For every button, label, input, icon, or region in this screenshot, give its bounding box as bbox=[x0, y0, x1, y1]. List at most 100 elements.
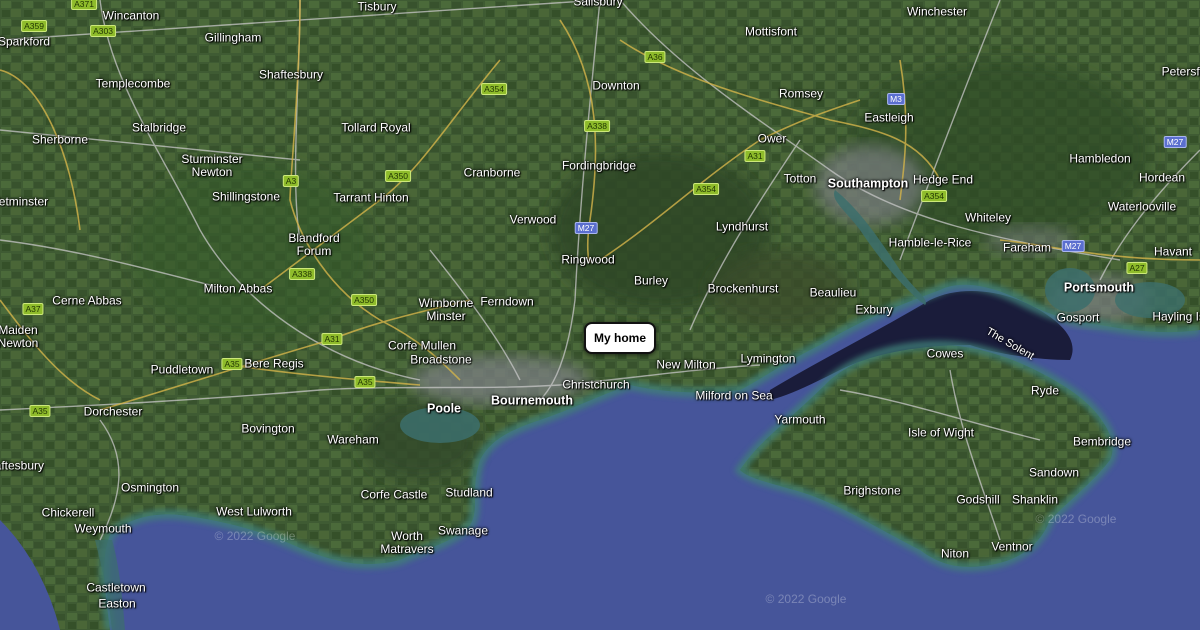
place-label: Lyndhurst bbox=[715, 219, 769, 234]
place-label: Easton bbox=[98, 596, 136, 611]
place-label: Ventnor bbox=[991, 539, 1033, 554]
road-shield: A35 bbox=[354, 376, 376, 388]
place-label: Waterlooville bbox=[1107, 199, 1177, 214]
copyright-watermark: © 2022 Google bbox=[1035, 512, 1117, 526]
place-label: Templecombe bbox=[95, 76, 171, 91]
place-label: Whiteley bbox=[964, 210, 1012, 225]
place-label: Ringwood bbox=[561, 252, 615, 267]
place-label: Beaulieu bbox=[809, 285, 857, 300]
place-label: Milford on Sea bbox=[695, 388, 773, 403]
place-label: Sandown bbox=[1028, 465, 1080, 480]
place-label: Niton bbox=[940, 546, 970, 561]
place-label: Wimborne Minster bbox=[418, 296, 474, 323]
road-shield: A35 bbox=[29, 405, 51, 417]
place-label: New Milton bbox=[656, 357, 716, 372]
road-shield: A3 bbox=[282, 175, 300, 187]
place-label: Osmington bbox=[120, 480, 180, 495]
place-label: Downton bbox=[592, 78, 640, 93]
road-shield: M27 bbox=[574, 222, 598, 234]
road-shield: A354 bbox=[481, 83, 507, 95]
copyright-watermark: © 2022 Google bbox=[214, 529, 296, 543]
place-label: Hedge End bbox=[912, 172, 974, 187]
place-label: Petersfield bbox=[1161, 64, 1200, 79]
place-label: Shanklin bbox=[1011, 492, 1059, 507]
place-label: Worth Matravers bbox=[380, 529, 434, 556]
place-label: Ryde bbox=[1030, 383, 1060, 398]
place-label: Stalbridge bbox=[131, 120, 187, 135]
place-label: Totton bbox=[783, 171, 817, 186]
place-label: Dorchester bbox=[83, 404, 143, 419]
place-label: Sturminster Newton bbox=[181, 152, 243, 179]
road-shield: M27 bbox=[1061, 240, 1085, 252]
place-label: West Lulworth bbox=[216, 504, 292, 519]
place-label: Christchurch bbox=[562, 377, 630, 392]
road-shield: A338 bbox=[289, 268, 315, 280]
place-label: Hamble-le-Rice bbox=[888, 235, 972, 250]
road-shield: A354 bbox=[693, 183, 719, 195]
place-label: Studland bbox=[445, 485, 493, 500]
place-label: Broadstone bbox=[410, 352, 472, 367]
place-label: Hambledon bbox=[1069, 151, 1131, 166]
road-shield: A350 bbox=[385, 170, 411, 182]
place-label: Shaftesbury bbox=[0, 458, 45, 473]
place-label: Shaftesbury bbox=[258, 67, 324, 82]
road-shield: A354 bbox=[921, 190, 947, 202]
place-label: Bere Regis bbox=[244, 356, 304, 371]
place-label: Salisbury bbox=[573, 0, 623, 9]
road-shield: M27 bbox=[1163, 136, 1187, 148]
place-label: Hordean bbox=[1138, 170, 1186, 185]
place-label: Burley bbox=[633, 273, 669, 288]
place-label: Ower bbox=[757, 131, 787, 146]
place-label: Eastleigh bbox=[864, 110, 914, 125]
place-label: Brighstone bbox=[843, 483, 901, 498]
place-label: Verwood bbox=[509, 212, 557, 227]
place-label: Exbury bbox=[855, 302, 893, 317]
road-shield: A359 bbox=[21, 20, 47, 32]
home-marker[interactable]: My home bbox=[583, 322, 657, 354]
place-label: Swanage bbox=[437, 523, 489, 538]
place-label: Milton Abbas bbox=[203, 281, 273, 296]
place-label: Wincanton bbox=[102, 8, 160, 23]
place-label: Cerne Abbas bbox=[52, 293, 122, 308]
place-label: Havant bbox=[1153, 244, 1193, 259]
place-label: Isle of Wight bbox=[907, 425, 975, 440]
place-label: Lymington bbox=[740, 351, 796, 366]
place-label: Corfe Mullen bbox=[387, 338, 457, 353]
place-label: Weymouth bbox=[74, 521, 132, 536]
place-label: Tollard Royal bbox=[341, 120, 411, 135]
place-label: Brockenhurst bbox=[707, 281, 779, 296]
road-shield: A371 bbox=[71, 0, 97, 10]
place-label: Cranborne bbox=[463, 165, 521, 180]
place-label: Corfe Castle bbox=[360, 487, 428, 502]
place-label: Portsmouth bbox=[1063, 280, 1135, 295]
place-label: Godshill bbox=[956, 492, 1000, 507]
place-label: Fareham bbox=[1002, 240, 1052, 255]
place-label: Puddletown bbox=[150, 362, 214, 377]
place-label: Bournemouth bbox=[491, 393, 573, 408]
place-label: Gosport bbox=[1056, 310, 1100, 325]
place-label: Gillingham bbox=[204, 30, 262, 45]
road-shield: A303 bbox=[90, 25, 116, 37]
place-label: Yetminster bbox=[0, 194, 49, 209]
place-label: Mottisfont bbox=[744, 24, 798, 39]
copyright-watermark: © 2022 Google bbox=[765, 592, 847, 606]
place-label: Fordingbridge bbox=[561, 158, 637, 173]
satellite-map[interactable]: Salisbury Tisbury Wincanton Sparkford Gillin… bbox=[0, 0, 1200, 630]
place-label: Wareham bbox=[327, 432, 379, 447]
road-shield: A338 bbox=[584, 120, 610, 132]
place-label: Romsey bbox=[778, 86, 824, 101]
road-shield: A31 bbox=[321, 333, 343, 345]
place-label: Winchester bbox=[906, 4, 968, 19]
place-label: Sherborne bbox=[31, 132, 89, 147]
road-shield: M3 bbox=[887, 93, 905, 105]
place-label: Yarmouth bbox=[774, 412, 826, 427]
place-label: Bembridge bbox=[1072, 434, 1132, 449]
place-label: Maiden Newton bbox=[0, 323, 39, 350]
place-label: Chickerell bbox=[41, 505, 95, 520]
place-label: Tarrant Hinton bbox=[333, 190, 409, 205]
road-shield: A27 bbox=[1126, 262, 1148, 274]
place-label: Castletown bbox=[86, 580, 146, 595]
place-label: Tisbury bbox=[357, 0, 397, 14]
road-shield: A31 bbox=[744, 150, 766, 162]
place-label: Hayling Island bbox=[1152, 309, 1200, 324]
